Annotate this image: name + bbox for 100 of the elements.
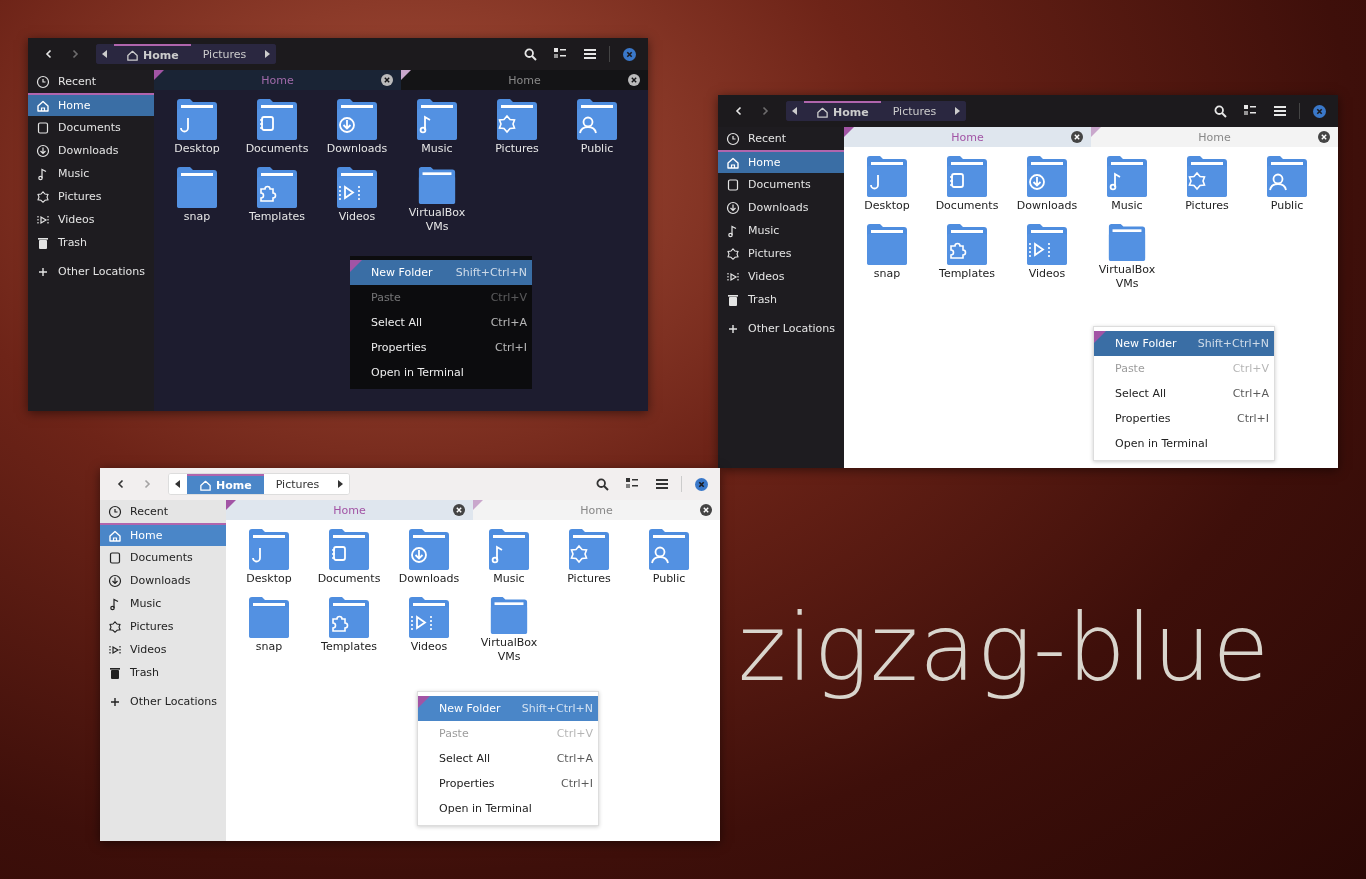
folder-music-icon[interactable] xyxy=(415,98,459,140)
menu-item[interactable]: Select All Ctrl+A xyxy=(418,746,598,771)
folder-play-icon[interactable] xyxy=(335,166,379,208)
path-button[interactable]: Home xyxy=(187,474,264,494)
sidebar-item[interactable]: Home xyxy=(718,150,844,173)
sidebar-item[interactable]: Documents xyxy=(28,116,154,139)
sidebar-item[interactable]: Trash xyxy=(100,661,226,684)
folder-name: Music xyxy=(1110,199,1144,213)
folder-name: Desktop xyxy=(173,142,221,156)
sidebar-item[interactable]: Recent xyxy=(28,70,154,93)
folder-star-icon[interactable] xyxy=(567,528,611,570)
folder-name: snap xyxy=(872,267,902,281)
folder-notebook-icon[interactable] xyxy=(255,98,299,140)
path-button[interactable]: Home xyxy=(804,101,881,121)
folder-hook-icon[interactable] xyxy=(175,98,219,140)
triangle-left-icon xyxy=(175,480,181,488)
search-icon xyxy=(523,47,537,61)
tab[interactable]: Home xyxy=(154,70,401,90)
sidebar-item[interactable]: Downloads xyxy=(718,196,844,219)
folder-icon[interactable] xyxy=(175,166,219,208)
tab[interactable]: Home xyxy=(844,127,1091,147)
menu-icon xyxy=(584,49,596,59)
folder-name: Videos xyxy=(409,640,449,654)
menu-item[interactable]: New Folder Shift+Ctrl+N xyxy=(418,696,598,721)
tab-close-icon[interactable] xyxy=(628,74,640,86)
sidebar-item[interactable]: Music xyxy=(718,219,844,242)
folder-name: snap xyxy=(254,640,284,654)
sidebar-item[interactable]: Trash xyxy=(718,288,844,311)
tab-close-icon[interactable] xyxy=(453,504,465,516)
folder-name: VirtualBox VMs xyxy=(1097,263,1157,291)
tab-close-icon[interactable] xyxy=(1318,131,1330,143)
home-icon xyxy=(816,105,829,119)
sidebar-item[interactable]: Documents xyxy=(100,546,226,569)
sidebar-item[interactable]: Trash xyxy=(28,231,154,254)
sidebar-item[interactable]: Pictures xyxy=(100,615,226,638)
folder-name: Documents xyxy=(934,199,1000,213)
menu-item[interactable]: Open in Terminal xyxy=(1094,431,1274,456)
sidebar-item[interactable]: Videos xyxy=(28,208,154,231)
home-icon xyxy=(126,48,139,62)
close-icon xyxy=(622,47,636,61)
tab[interactable]: Home xyxy=(401,70,648,90)
menu-item[interactable]: Open in Terminal xyxy=(418,796,598,821)
sidebar-item[interactable]: Documents xyxy=(718,173,844,196)
close-icon xyxy=(1312,104,1326,118)
menu-item[interactable]: New Folder Shift+Ctrl+N xyxy=(1094,331,1274,356)
folder-name: Music xyxy=(420,142,454,156)
view-list-icon xyxy=(554,48,566,60)
menu-item[interactable]: Properties Ctrl+I xyxy=(350,335,532,360)
sidebar-item[interactable]: Music xyxy=(28,162,154,185)
sidebar-item[interactable]: Downloads xyxy=(28,139,154,162)
view-list-icon xyxy=(626,478,638,490)
folder-puzzle-icon[interactable] xyxy=(255,166,299,208)
menu-item[interactable]: Select All Ctrl+A xyxy=(1094,381,1274,406)
sidebar-item[interactable]: Other Locations xyxy=(28,260,154,283)
triangle-right-icon xyxy=(264,50,271,58)
document-icon xyxy=(726,177,740,192)
folder-star-icon[interactable] xyxy=(495,98,539,140)
sidebar-item[interactable]: Videos xyxy=(718,265,844,288)
document-icon xyxy=(36,120,50,135)
menu-item[interactable]: Select All Ctrl+A xyxy=(350,310,532,335)
tab[interactable]: Home xyxy=(226,500,473,520)
view-list-icon xyxy=(1244,105,1256,117)
sidebar-item[interactable]: Home xyxy=(100,523,226,546)
sidebar-item[interactable]: Music xyxy=(100,592,226,615)
corner-triangle-icon xyxy=(401,70,411,80)
sidebar-item[interactable]: Recent xyxy=(100,500,226,523)
chevron-left-icon xyxy=(116,479,126,489)
corner-triangle-icon xyxy=(1094,331,1106,343)
sidebar-item[interactable]: Pictures xyxy=(718,242,844,265)
folder-name: Public xyxy=(1269,199,1305,213)
folder-name: Templates xyxy=(248,210,306,224)
sidebar-item[interactable]: Other Locations xyxy=(100,690,226,713)
tab-close-icon[interactable] xyxy=(381,74,393,86)
sidebar-item[interactable]: Other Locations xyxy=(718,317,844,340)
tab-close-icon[interactable] xyxy=(1071,131,1083,143)
chevron-right-icon xyxy=(142,479,152,489)
triangle-left-icon xyxy=(792,107,798,115)
path-button[interactable]: Home xyxy=(114,44,191,64)
folder-name: snap xyxy=(182,210,212,224)
menu-item[interactable]: New Folder Shift+Ctrl+N xyxy=(350,260,532,285)
home-icon xyxy=(36,98,50,113)
trash-can-icon xyxy=(108,665,122,680)
folder-person-icon[interactable] xyxy=(575,98,619,140)
sidebar-item[interactable]: Home xyxy=(28,93,154,116)
folder-download-icon[interactable] xyxy=(335,98,379,140)
menu-item[interactable]: Properties Ctrl+I xyxy=(1094,406,1274,431)
folder-name: Downloads xyxy=(325,142,389,156)
folder-name: Documents xyxy=(316,572,382,586)
sidebar-item[interactable]: Recent xyxy=(718,127,844,150)
search-icon xyxy=(595,477,609,491)
menu-item[interactable]: Open in Terminal xyxy=(350,360,532,385)
tab-close-icon[interactable] xyxy=(700,504,712,516)
folder-star-icon[interactable] xyxy=(1185,155,1229,197)
sidebar-item[interactable]: Downloads xyxy=(100,569,226,592)
menu-item[interactable]: Properties Ctrl+I xyxy=(418,771,598,796)
sidebar-item[interactable]: Pictures xyxy=(28,185,154,208)
folder-name: Templates xyxy=(938,267,996,281)
folder-name: VirtualBox VMs xyxy=(479,636,539,664)
chevron-left-icon xyxy=(44,49,54,59)
sidebar-item[interactable]: Videos xyxy=(100,638,226,661)
